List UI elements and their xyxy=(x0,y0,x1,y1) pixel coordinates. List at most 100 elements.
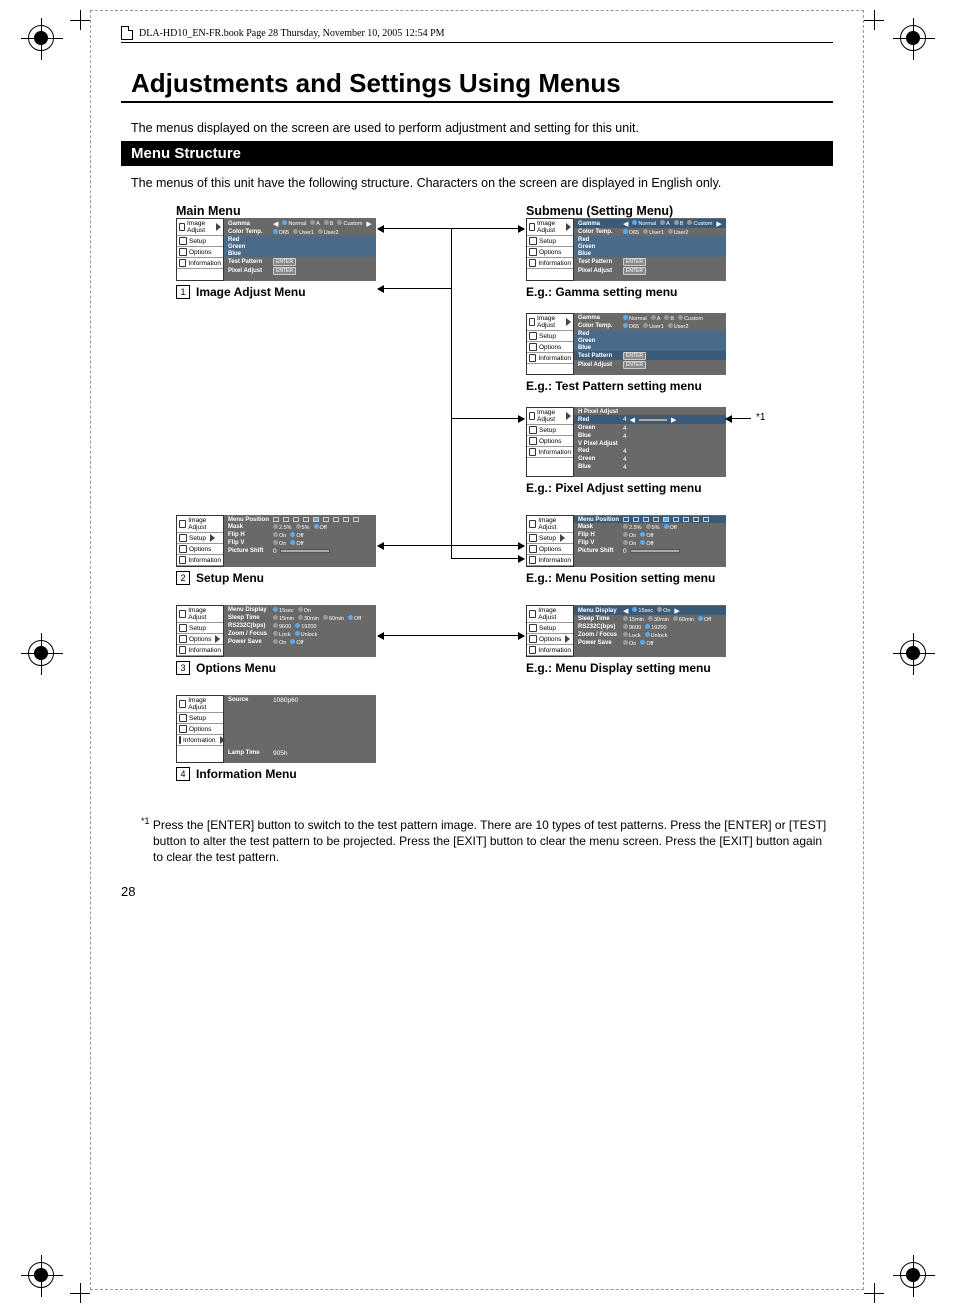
menu-row: Power SaveOnOff xyxy=(226,638,374,646)
menu-row-label: Picture Shift xyxy=(578,548,620,554)
menu-screenshot: Image AdjustSetupOptionsInformationMenu … xyxy=(526,605,726,657)
menu-icon xyxy=(529,412,535,420)
menu-screenshot: Image AdjustSetupOptionsInformationH Pix… xyxy=(526,407,726,477)
sidebar-item: Setup xyxy=(527,425,573,436)
menu-row: RS232C(bps)960019200 xyxy=(576,623,724,631)
menu-caption: E.g.: Pixel Adjust setting menu xyxy=(526,481,746,495)
menu-icon xyxy=(529,332,537,340)
menu-screenshot: Image AdjustSetupOptionsInformationGamma… xyxy=(526,313,726,375)
sidebar-item: Setup xyxy=(527,236,573,247)
menu-row-label: Green xyxy=(578,338,620,344)
sidebar-item: Setup xyxy=(527,533,573,544)
sidebar-label: Information xyxy=(538,260,571,267)
sidebar-label: Options xyxy=(189,249,211,256)
intro2-text: The menus of this unit have the followin… xyxy=(131,176,833,190)
menu-row: Color Temp.D65User1User2 xyxy=(576,228,724,236)
menu-row: Mask2.5%5%Off xyxy=(226,523,374,531)
menu-row: Red4 ◀ ▶ xyxy=(574,415,726,424)
chevron-right-icon xyxy=(565,635,570,643)
sidebar-label: Options xyxy=(189,546,211,553)
menu-row-label: Red xyxy=(578,237,620,243)
menu-row-label: Sleep Time xyxy=(228,615,270,621)
menu-row-label: Flip V xyxy=(578,540,620,546)
menu-row-label: Test Pattern xyxy=(578,259,620,265)
menu-row-label: Menu Position xyxy=(228,517,270,523)
menu-row-label: Power Save xyxy=(578,640,620,646)
sidebar-label: Options xyxy=(539,249,561,256)
menu-row: Pixel AdjustENTER xyxy=(576,266,724,275)
menu-icon xyxy=(179,635,187,643)
title-rule xyxy=(121,101,833,103)
menu-sidebar: Image AdjustSetupOptionsInformation xyxy=(526,515,574,567)
menu-icon xyxy=(529,354,536,362)
menu-row: Test PatternENTER xyxy=(574,351,726,360)
sidebar-label: Information xyxy=(188,260,221,267)
menu-icon xyxy=(529,534,537,542)
menu-row-label: Blue xyxy=(578,251,620,257)
menu-row-label: Test Pattern xyxy=(578,353,620,359)
chevron-right-icon xyxy=(215,635,220,643)
menu-row-label: Test Pattern xyxy=(228,259,270,265)
sidebar-item: Information xyxy=(177,735,223,746)
sidebar-label: Image Adjust xyxy=(188,607,221,621)
menu-row-label: Blue xyxy=(578,433,620,439)
menu-row: Green xyxy=(224,243,376,250)
chevron-right-icon xyxy=(210,534,215,542)
menu-row: Pixel AdjustENTER xyxy=(226,266,374,275)
sidebar-item: Options xyxy=(527,342,573,353)
caption-number: 4 xyxy=(176,767,190,781)
menu-icon xyxy=(529,556,536,564)
sidebar-item: Setup xyxy=(177,533,223,544)
sidebar-item: Image Adjust xyxy=(177,606,223,623)
menu-row: Blue xyxy=(574,250,726,257)
footnote-text: Press the [ENTER] button to switch to th… xyxy=(153,818,826,864)
menu-icon xyxy=(529,426,537,434)
sidebar-item: Image Adjust xyxy=(177,516,223,533)
menu-row: Green4 xyxy=(576,455,724,463)
menu-icon xyxy=(179,714,187,722)
sidebar-label: Information xyxy=(538,449,571,456)
sidebar-label: Information xyxy=(188,557,221,564)
menu-row: Red xyxy=(224,236,376,243)
caption-text: E.g.: Gamma setting menu xyxy=(526,285,677,299)
menu-row: Red xyxy=(574,236,726,243)
framemaker-header: DLA-HD10_EN-FR.book Page 28 Thursday, No… xyxy=(121,26,833,43)
sidebar-item: Options xyxy=(527,436,573,447)
menu-row: Flip VOnOff xyxy=(226,539,374,547)
menu-icon xyxy=(529,248,537,256)
menu-row-label: Red xyxy=(578,331,620,337)
menu-sidebar: Image AdjustSetupOptionsInformation xyxy=(176,605,224,657)
menu-row: Color Temp.D65User1User2 xyxy=(226,228,374,236)
menu-caption: E.g.: Menu Position setting menu xyxy=(526,571,746,585)
sidebar-label: Information xyxy=(538,557,571,564)
menu-row: Blue xyxy=(224,250,376,257)
menu-row: Test PatternENTER xyxy=(576,257,724,266)
menu-icon xyxy=(529,448,536,456)
menu-row-label: RS232C(bps) xyxy=(578,624,620,630)
menu-row: Power SaveOnOff xyxy=(576,639,724,647)
sidebar-item: Setup xyxy=(177,236,223,247)
sidebar-label: Setup xyxy=(539,535,556,542)
caption-text: Setup Menu xyxy=(196,571,264,585)
menu-row-label: Green xyxy=(578,456,620,462)
menu-row-label: Gamma xyxy=(578,315,620,321)
sidebar-item: Information xyxy=(177,555,223,566)
menu-row-label: Green xyxy=(578,244,620,250)
document-icon xyxy=(121,26,133,40)
menu-icon xyxy=(529,610,536,618)
menu-row: Zoom / FocusLockUnlock xyxy=(226,630,374,638)
sidebar-item: Image Adjust xyxy=(527,314,573,331)
column-label-sub: Submenu (Setting Menu) xyxy=(526,204,673,218)
sidebar-label: Setup xyxy=(539,238,556,245)
page-number: 28 xyxy=(121,884,833,899)
caption-text: E.g.: Test Pattern setting menu xyxy=(526,379,702,393)
sidebar-item: Image Adjust xyxy=(527,219,573,236)
sidebar-label: Options xyxy=(189,726,211,733)
menu-row: Gamma◀NormalABCustom▶ xyxy=(574,219,726,228)
menu-row: Sleep Time15min30min60minOff xyxy=(576,615,724,623)
menu-screenshot: Image AdjustSetupOptionsInformationMenu … xyxy=(526,515,726,567)
menu-row-label: Zoom / Focus xyxy=(578,632,620,638)
menu-row-label: Blue xyxy=(578,464,620,470)
column-label-main: Main Menu xyxy=(176,204,526,218)
menu-row: Green xyxy=(574,337,726,344)
